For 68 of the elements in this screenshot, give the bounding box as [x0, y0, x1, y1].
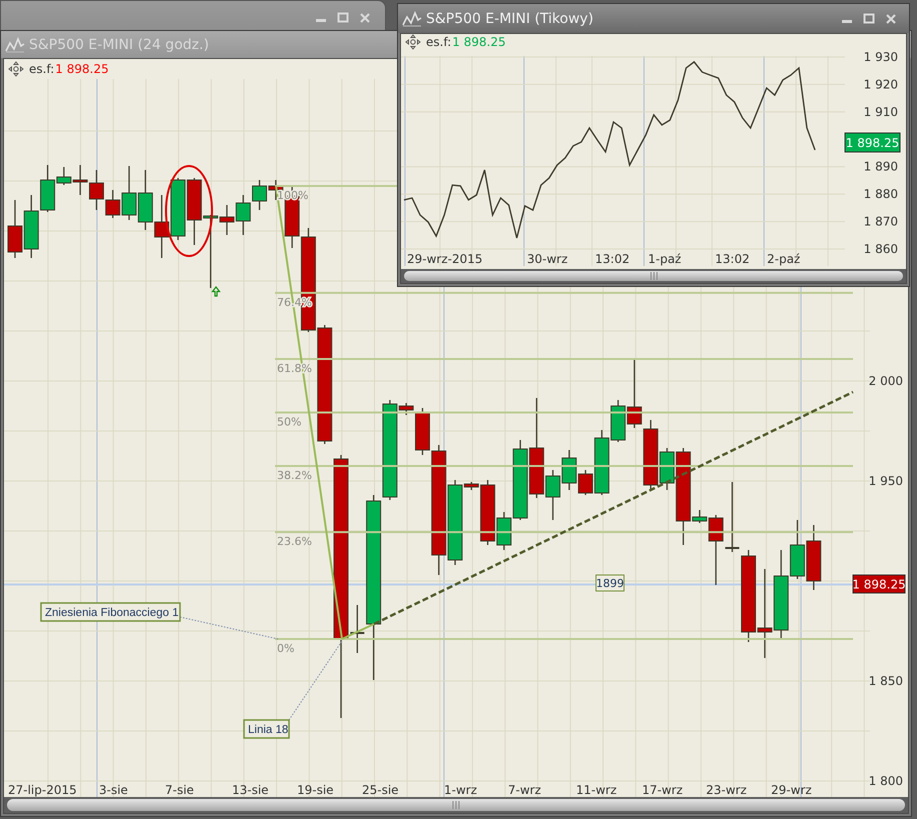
grip-icon — [650, 272, 658, 280]
axis-label: 25-sie — [362, 783, 399, 797]
candlestick — [725, 482, 740, 552]
axis-label: 19-sie — [297, 783, 334, 797]
candlestick — [806, 525, 822, 590]
symbol-label: es.f: — [426, 35, 452, 49]
price-tag: 1 898.25 — [844, 132, 900, 152]
candlestick — [8, 200, 22, 258]
axis-label: 17-wrz — [642, 783, 683, 797]
axis-label: 1 920 — [864, 77, 898, 92]
axis-label: 29-wrz — [771, 783, 812, 797]
axis-label: 1 870 — [864, 214, 898, 229]
candlestick — [24, 195, 39, 258]
axis-label: 1 890 — [864, 160, 898, 174]
price-value: 1 898.25 — [55, 62, 109, 76]
axis-label: 1 880 — [864, 187, 898, 202]
axis-label: 1-wrz — [444, 783, 478, 797]
axis-label: 7-sie — [165, 783, 194, 797]
maximize-button[interactable] — [337, 12, 349, 24]
axis-label: 1 860 — [864, 242, 898, 256]
chart-icon — [402, 10, 422, 26]
fibonacci-level-label: 50% — [277, 416, 302, 428]
price-value: 1 898.25 — [452, 35, 506, 49]
candlestick — [236, 195, 251, 235]
chart-icon — [5, 36, 25, 52]
connector-line — [342, 623, 374, 640]
axis-label: 13:02 — [595, 252, 630, 266]
axis-label: 1-paź — [648, 252, 682, 266]
candlestick — [186, 178, 202, 245]
fibonacci-level-label: 23.6% — [277, 535, 312, 548]
axis-label: 7-wrz — [508, 783, 542, 797]
scroll-thumb[interactable] — [404, 271, 903, 281]
candlestick — [89, 170, 104, 210]
symbol-label: es.f: — [29, 62, 54, 76]
grip-icon — [452, 801, 460, 809]
maximize-button[interactable] — [863, 12, 875, 24]
axis-label: 2-paź — [767, 252, 800, 266]
move-icon[interactable] — [8, 61, 24, 77]
candlestick — [170, 178, 186, 240]
axis-label: 3-sie — [99, 783, 128, 797]
axis-label: 13:02 — [715, 252, 750, 266]
candlestick — [154, 195, 170, 258]
axis-label: 11-wrz — [576, 783, 617, 797]
window-title: S&P500 E-MINI (Tikowy) — [426, 10, 594, 26]
axis-label: 1 910 — [864, 104, 898, 119]
annotation-label[interactable]: Linia 18 — [243, 719, 290, 739]
axis-label: 30-wrz — [527, 252, 568, 266]
annotation-label[interactable]: Zniesienia Fibonacciego 1 — [40, 602, 181, 622]
axis-label: 27-lip-2015 — [8, 783, 77, 797]
line-value-label: 1899 — [596, 574, 624, 592]
axis-label: 29-wrz-2015 — [407, 252, 483, 266]
candlestick — [350, 605, 364, 653]
axis-label: 1 930 — [864, 50, 898, 64]
axis-label: 2 000 — [868, 374, 903, 388]
close-button[interactable] — [885, 12, 897, 24]
window-title: S&P500 E-MINI (24 godz.) — [29, 36, 209, 52]
move-icon[interactable] — [405, 34, 421, 50]
close-button[interactable] — [359, 12, 371, 24]
axis-label: 23-wrz — [706, 783, 747, 797]
fibonacci-level-label: 0% — [277, 642, 294, 655]
candlestick — [138, 170, 153, 230]
up-arrow-icon — [211, 286, 221, 297]
axis-label: 1 950 — [868, 474, 903, 488]
axis-label: 13-sie — [232, 783, 269, 797]
fibonacci-level-label: 38.2% — [277, 468, 312, 482]
axis-label: 1 850 — [868, 674, 903, 688]
axis-label: 1 800 — [868, 774, 903, 788]
scroll-thumb[interactable] — [7, 799, 905, 811]
